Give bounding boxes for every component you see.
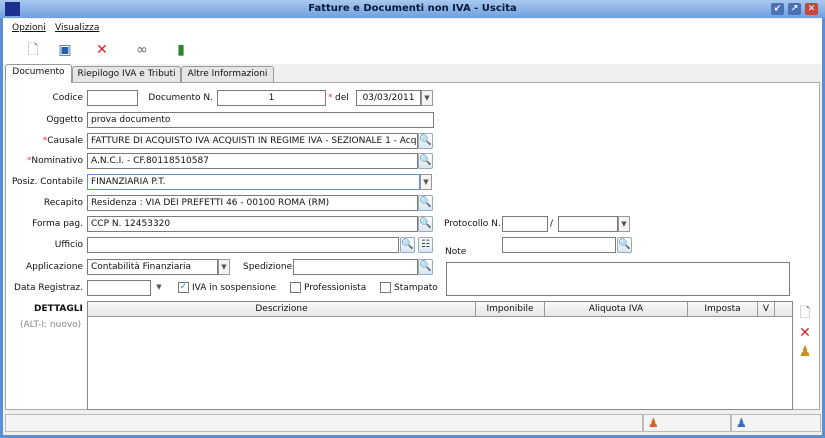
column-header[interactable]: Aliquota IVA [545, 302, 688, 317]
search-icon[interactable]: 🔍 [418, 133, 433, 149]
column-header[interactable]: Imposta [688, 302, 758, 317]
nominativo-input[interactable]: A.N.C.I. - CF.80118510587 [87, 153, 418, 169]
column-header[interactable]: Descrizione [88, 302, 476, 317]
note-search-input[interactable] [502, 237, 616, 253]
note-label: Note [445, 247, 467, 257]
menu-opzioni[interactable]: Opzioni [12, 23, 46, 33]
window-title: Fatture e Documenti non IVA - Uscita [308, 3, 517, 14]
new-document-icon[interactable]: 🗋 [25, 42, 41, 58]
required-marker: * [328, 93, 333, 103]
stampato-checkbox[interactable] [380, 282, 391, 293]
user-lookup-icon[interactable]: ♟ [797, 344, 813, 360]
status-bar: ♟ ♟ [3, 412, 822, 434]
delete-row-icon[interactable]: ✕ [797, 325, 813, 341]
save-icon[interactable]: ▣ [57, 42, 73, 58]
chevron-down-icon[interactable]: ▼ [421, 90, 433, 106]
note-textarea[interactable] [446, 262, 790, 296]
archive-icon[interactable]: ▮ [173, 42, 189, 58]
documento-n-input[interactable]: 1 [217, 90, 326, 106]
search-binoculars-icon[interactable]: ∞ [134, 42, 150, 58]
protocollo-anno-input[interactable] [558, 216, 618, 232]
dettagli-hint: (ALT-I: nuovo) [20, 320, 82, 330]
oggetto-input[interactable]: prova documento [87, 112, 434, 128]
status-user: ♟ [643, 414, 731, 432]
protocollo-input[interactable] [502, 216, 548, 232]
recapito-label: Recapito [43, 198, 83, 208]
column-header[interactable]: V [758, 302, 775, 317]
causale-input[interactable]: FATTURE DI ACQUISTO IVA ACQUISTI IN REGI… [87, 133, 418, 149]
chevron-down-icon[interactable]: ▼ [618, 216, 630, 232]
applicazione-label: Applicazione [25, 262, 83, 272]
nominativo-label: *Nominativo [26, 156, 83, 166]
chevron-down-icon[interactable]: ▼ [218, 259, 230, 275]
iva-sospensione-label: IVA in sospensione [192, 283, 277, 293]
nominativo-label-text: Nominativo [31, 156, 83, 166]
forma-pag-input[interactable]: CCP N. 12453320 [87, 216, 418, 232]
app-logo-icon [5, 2, 20, 16]
codice-label: Codice [52, 93, 84, 103]
spedizione-label: Spedizione [243, 262, 293, 272]
toolbar: 🗋 ▣ ✕ ∞ ▮ [3, 37, 822, 64]
delete-icon[interactable]: ✕ [94, 42, 110, 58]
data-registraz-input[interactable] [87, 280, 151, 296]
posiz-contabile-select[interactable]: FINANZIARIA P.T. [87, 174, 420, 190]
professionista-label: Professionista [304, 283, 367, 293]
tab-riepilogo-iva[interactable]: Riepilogo IVA e Tributi [72, 66, 181, 83]
tree-icon[interactable]: ☷ [418, 237, 433, 253]
user-icon: ♟ [648, 416, 659, 430]
search-icon[interactable]: 🔍 [418, 259, 433, 275]
del-label: del [335, 93, 349, 103]
causale-label: *Causale [42, 136, 83, 146]
minimize-icon[interactable]: ↙ [771, 3, 784, 15]
posiz-contabile-label: Posiz. Contabile [11, 177, 83, 187]
ufficio-input[interactable] [87, 237, 399, 253]
documento-n-label: Documento N. [148, 93, 213, 103]
applicazione-select[interactable]: Contabilità Finanziaria [87, 259, 218, 275]
tab-documento[interactable]: Documento [5, 64, 72, 83]
dettagli-label: DETTAGLI [34, 304, 83, 314]
protocollo-label: Protocollo N. [444, 219, 501, 229]
menu-bar: Opzioni Visualizza [3, 19, 822, 37]
search-icon[interactable]: 🔍 [617, 237, 632, 253]
search-icon[interactable]: 🔍 [418, 195, 433, 211]
search-icon[interactable]: 🔍 [400, 237, 415, 253]
search-icon[interactable]: 🔍 [418, 216, 433, 232]
del-date-input[interactable]: 03/03/2011 [356, 90, 421, 106]
title-bar: Fatture e Documenti non IVA - Uscita ↙ ↗… [0, 0, 825, 18]
codice-input[interactable] [87, 90, 138, 106]
data-registraz-label: Data Registraz. [14, 283, 83, 293]
iva-sospensione-checkbox[interactable]: ✓ [178, 282, 189, 293]
professionista-checkbox[interactable] [290, 282, 301, 293]
stampato-label: Stampato [394, 283, 438, 293]
close-icon[interactable]: ✕ [805, 3, 818, 15]
details-table[interactable]: Descrizione Imponibile Aliquota IVA Impo… [87, 301, 793, 410]
ufficio-label: Ufficio [54, 240, 83, 250]
column-header[interactable]: Imponibile [476, 302, 545, 317]
recapito-input[interactable]: Residenza : VIA DEI PREFETTI 46 - 00100 … [87, 195, 418, 211]
search-icon[interactable]: 🔍 [418, 153, 433, 169]
forma-pag-label: Forma pag. [32, 219, 83, 229]
causale-label-text: Causale [47, 136, 83, 146]
spedizione-input[interactable] [293, 259, 418, 275]
menu-visualizza[interactable]: Visualizza [55, 23, 99, 33]
oggetto-label: Oggetto [46, 115, 83, 125]
chevron-down-icon[interactable]: ▼ [420, 174, 432, 190]
maximize-icon[interactable]: ↗ [788, 3, 801, 15]
status-message [5, 414, 643, 432]
tab-altre-informazioni[interactable]: Altre Informazioni [181, 66, 274, 83]
status-user-info: ♟ [731, 414, 821, 432]
column-header[interactable] [775, 302, 792, 317]
protocollo-separator: / [550, 219, 554, 229]
new-row-icon[interactable]: 🗋 [797, 305, 813, 321]
user-info-icon: ♟ [736, 416, 747, 430]
chevron-down-icon[interactable]: ▼ [153, 280, 165, 296]
